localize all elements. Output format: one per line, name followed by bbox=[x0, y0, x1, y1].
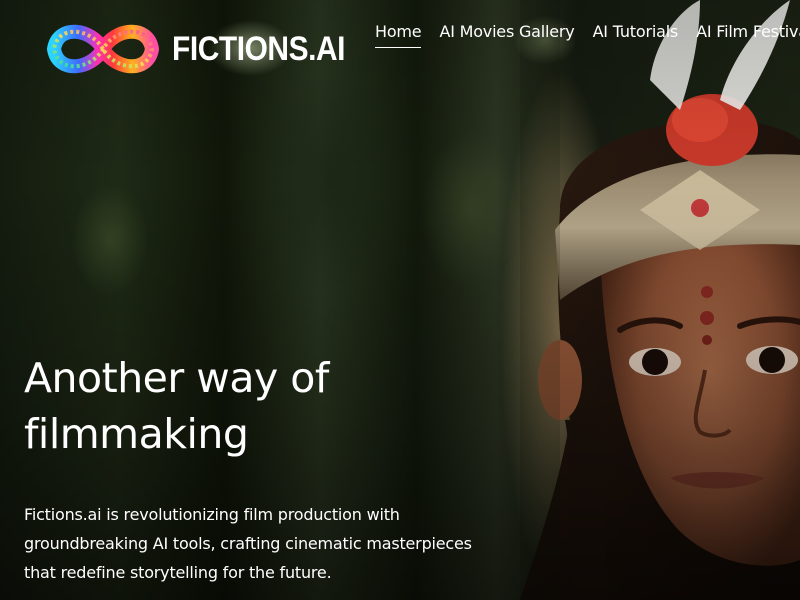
nav-item-ai-film-festival[interactable]: AI Film Festival bbox=[696, 22, 800, 48]
infinity-film-reel-icon bbox=[47, 24, 159, 74]
nav-item-ai-movies-gallery[interactable]: AI Movies Gallery bbox=[439, 22, 574, 48]
main-nav: Home AI Movies Gallery AI Tutorials AI F… bbox=[375, 22, 800, 48]
hero-description: Fictions.ai is revolutionizing film prod… bbox=[24, 505, 472, 582]
logo-text: FICTIONS.AI bbox=[172, 29, 346, 68]
hero-title: Another way of filmmaking bbox=[24, 354, 329, 458]
nav-item-ai-tutorials[interactable]: AI Tutorials bbox=[593, 22, 679, 48]
page: FICTIONS.AI Home AI Movies Gallery AI Tu… bbox=[0, 0, 800, 600]
logo[interactable]: FICTIONS.AI bbox=[46, 18, 369, 80]
nav-item-home[interactable]: Home bbox=[375, 22, 422, 48]
